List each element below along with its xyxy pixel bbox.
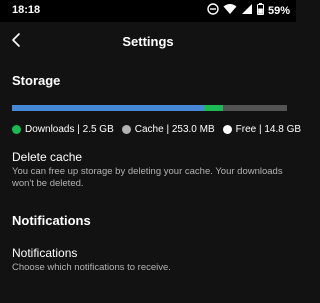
status-icons: 59% bbox=[207, 3, 290, 19]
page-title: Settings bbox=[122, 34, 174, 49]
storage-segment-free bbox=[223, 105, 287, 111]
delete-cache-description: You can free up storage by deleting your… bbox=[12, 166, 283, 189]
legend-label-free: Free | 14.8 GB bbox=[235, 124, 302, 135]
status-bar: 18:18 59% bbox=[0, 0, 296, 22]
storage-legend: Downloads | 2.5 GB Cache | 253.0 MB Free… bbox=[12, 124, 301, 135]
free-dot-icon bbox=[222, 125, 232, 134]
app-bar: Settings bbox=[0, 22, 296, 62]
notifications-item-description: Choose which notifications to receive. bbox=[12, 262, 171, 273]
legend-item-downloads: Downloads | 2.5 GB bbox=[12, 124, 114, 135]
storage-segment-downloads bbox=[12, 105, 205, 111]
legend-item-free: Free | 14.8 GB bbox=[222, 124, 302, 135]
delete-cache-title: Delete cache bbox=[12, 150, 83, 164]
cell-signal-icon bbox=[241, 2, 253, 20]
wifi-icon bbox=[223, 2, 237, 20]
cache-dot-icon bbox=[121, 125, 131, 134]
storage-heading: Storage bbox=[12, 73, 61, 88]
legend-label-downloads: Downloads | 2.5 GB bbox=[25, 124, 114, 135]
legend-item-cache: Cache | 253.0 MB bbox=[121, 124, 215, 135]
notifications-item-title: Notifications bbox=[12, 246, 78, 260]
legend-label-cache: Cache | 253.0 MB bbox=[134, 124, 215, 135]
downloads-dot-icon bbox=[12, 125, 21, 134]
storage-usage-bar bbox=[12, 105, 287, 111]
battery-icon bbox=[256, 2, 264, 20]
battery-percentage: 59% bbox=[267, 5, 290, 17]
storage-segment-cache bbox=[204, 105, 224, 111]
do-not-disturb-icon bbox=[207, 2, 219, 20]
status-time: 18:18 bbox=[12, 4, 41, 16]
notifications-heading: Notifications bbox=[12, 213, 91, 228]
